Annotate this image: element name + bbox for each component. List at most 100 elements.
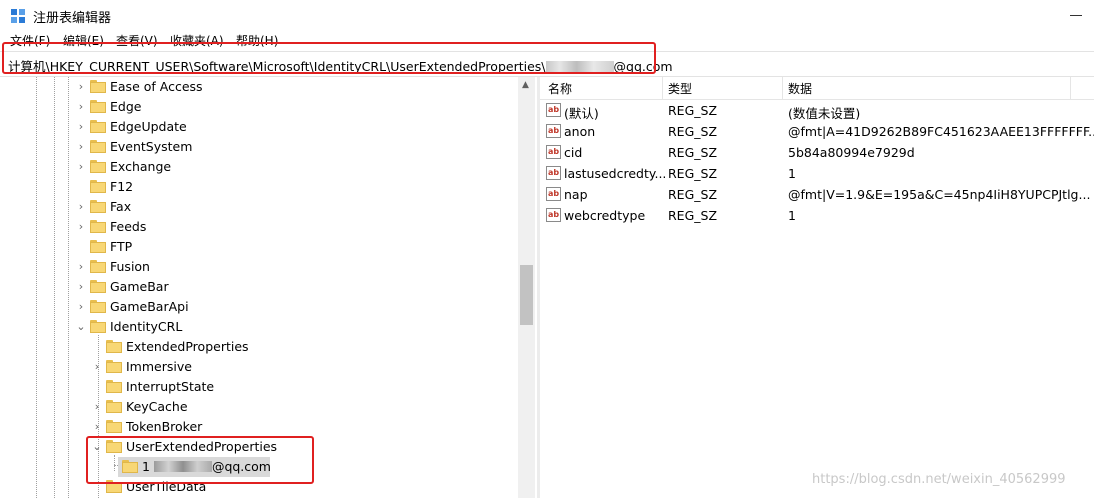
scroll-up-icon[interactable]: ▲ <box>522 80 529 90</box>
column-divider[interactable] <box>782 77 783 99</box>
value-row[interactable]: ab (默认) REG_SZ (数值未设置) <box>540 100 1094 121</box>
expand-icon[interactable]: › <box>76 221 86 232</box>
tree-pane[interactable]: › Ease of Access › Edge › EdgeUpdate › E… <box>0 77 535 498</box>
folder-icon <box>90 260 106 273</box>
folder-icon <box>90 220 106 233</box>
folder-icon <box>90 180 106 193</box>
expand-icon[interactable]: › <box>76 101 86 112</box>
expand-icon[interactable]: › <box>76 141 86 152</box>
tree-node-feeds[interactable]: › Feeds <box>0 217 520 237</box>
tree-node-interruptstate[interactable]: InterruptState <box>0 377 520 397</box>
tree-node-fax[interactable]: › Fax <box>0 197 520 217</box>
column-type-header[interactable]: 类型 <box>668 80 692 97</box>
value-row[interactable]: ab webcredtype REG_SZ 1 <box>540 205 1094 226</box>
string-value-icon: ab <box>546 166 561 180</box>
tree-node-label: EdgeUpdate <box>110 119 187 134</box>
address-highlight-box <box>2 42 656 74</box>
tree-node-label: Feeds <box>110 219 147 234</box>
value-row[interactable]: ab cid REG_SZ 5b84a80994e7929d <box>540 142 1094 163</box>
string-value-icon: ab <box>546 208 561 222</box>
folder-icon <box>106 400 122 413</box>
folder-icon <box>90 280 106 293</box>
folder-icon <box>90 320 106 333</box>
expand-icon[interactable]: › <box>76 161 86 172</box>
scrollbar-thumb[interactable] <box>520 265 533 325</box>
tree-node-gamebar[interactable]: › GameBar <box>0 277 520 297</box>
tree-node-label: EventSystem <box>110 139 193 154</box>
tree-node-edge[interactable]: › Edge <box>0 97 520 117</box>
registry-editor-icon <box>11 9 25 23</box>
tree-node-exchange[interactable]: › Exchange <box>0 157 520 177</box>
tree-node-label: Exchange <box>110 159 172 174</box>
tree-node-extendedproperties[interactable]: ExtendedProperties <box>0 337 520 357</box>
tree-node-immersive[interactable]: › Immersive <box>0 357 520 377</box>
list-header: 名称 类型 数据 <box>540 77 1094 100</box>
expand-icon[interactable]: › <box>92 401 102 412</box>
tree-node-label: Immersive <box>126 359 192 374</box>
value-row[interactable]: ab anon REG_SZ @fmt|A=41D9262B89FC451623… <box>540 121 1094 142</box>
tree-node-ease-of-access[interactable]: › Ease of Access <box>0 77 520 97</box>
tree-node-tokenbroker[interactable]: › TokenBroker <box>0 417 520 437</box>
tree-node-label: TokenBroker <box>126 419 203 434</box>
tree-node-label: Fusion <box>110 259 150 274</box>
folder-icon <box>90 160 106 173</box>
folder-icon <box>90 100 106 113</box>
column-data-header[interactable]: 数据 <box>788 80 812 97</box>
tree-node-edgeupdate[interactable]: › EdgeUpdate <box>0 117 520 137</box>
tree-node-label: FTP <box>110 239 133 254</box>
value-name: (默认) <box>564 106 599 121</box>
value-name: cid <box>564 145 583 160</box>
column-name-header[interactable]: 名称 <box>548 80 572 97</box>
minimize-button[interactable] <box>1062 6 1094 24</box>
expand-icon[interactable]: › <box>76 81 86 92</box>
value-name: anon <box>564 124 596 139</box>
value-type: REG_SZ <box>668 103 718 118</box>
string-value-icon: ab <box>546 187 561 201</box>
string-value-icon: ab <box>546 145 561 159</box>
expand-icon[interactable]: › <box>76 201 86 212</box>
tree-node-label: KeyCache <box>126 399 188 414</box>
string-value-icon: ab <box>546 124 561 138</box>
value-type: REG_SZ <box>668 208 718 223</box>
value-type: REG_SZ <box>668 145 718 160</box>
tree-node-keycache[interactable]: › KeyCache <box>0 397 520 417</box>
expand-icon[interactable]: › <box>76 301 86 312</box>
tree-node-label: GameBar <box>110 279 169 294</box>
tree-scrollbar[interactable]: ▲ <box>518 77 535 498</box>
tree-node-gamebarapi[interactable]: › GameBarApi <box>0 297 520 317</box>
tree-node-label: GameBarApi <box>110 299 189 314</box>
tree-node-fusion[interactable]: › Fusion <box>0 257 520 277</box>
value-name: nap <box>564 187 588 202</box>
value-data: 5b84a80994e7929d <box>788 145 915 160</box>
watermark: https://blog.csdn.net/weixin_40562999 <box>812 472 1066 487</box>
folder-icon <box>106 380 122 393</box>
selection-highlight-box <box>86 436 314 484</box>
folder-icon <box>90 140 106 153</box>
value-data: @fmt|V=1.9&E=195a&C=45np4IiH8YUPCPJtlg..… <box>788 187 1091 202</box>
tree-node-f12[interactable]: F12 <box>0 177 520 197</box>
value-row[interactable]: ab nap REG_SZ @fmt|V=1.9&E=195a&C=45np4I… <box>540 184 1094 205</box>
folder-icon <box>90 80 106 93</box>
folder-icon <box>90 120 106 133</box>
tree-node-label: Edge <box>110 99 142 114</box>
folder-icon <box>90 200 106 213</box>
collapse-icon[interactable]: ⌄ <box>76 321 86 332</box>
column-divider[interactable] <box>662 77 663 99</box>
tree-node-label: F12 <box>110 179 134 194</box>
tree-node-identitycrl[interactable]: ⌄ IdentityCRL <box>0 317 520 337</box>
expand-icon[interactable]: › <box>76 121 86 132</box>
tree-node-eventsystem[interactable]: › EventSystem <box>0 137 520 157</box>
expand-icon[interactable]: › <box>92 361 102 372</box>
expand-icon[interactable]: › <box>92 421 102 432</box>
values-pane[interactable]: 名称 类型 数据 ab (默认) REG_SZ (数值未设置) ab anon … <box>540 77 1094 498</box>
value-data: 1 <box>788 166 796 181</box>
folder-icon <box>106 360 122 373</box>
tree-node-label: Fax <box>110 199 132 214</box>
column-divider[interactable] <box>1070 77 1071 99</box>
expand-icon[interactable]: › <box>76 281 86 292</box>
value-data: @fmt|A=41D9262B89FC451623AAEE13FFFFFFF..… <box>788 124 1094 139</box>
value-row[interactable]: ab lastusedcredty... REG_SZ 1 <box>540 163 1094 184</box>
title-bar: 注册表编辑器 <box>0 0 1094 30</box>
expand-icon[interactable]: › <box>76 261 86 272</box>
tree-node-ftp[interactable]: FTP <box>0 237 520 257</box>
